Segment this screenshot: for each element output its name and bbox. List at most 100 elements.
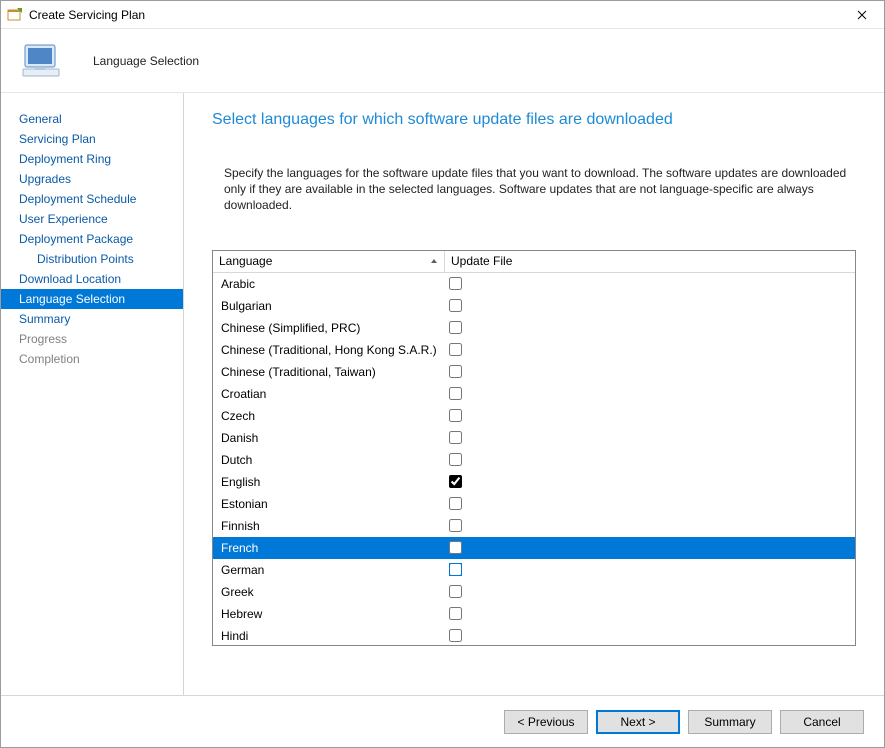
language-cell: Hebrew (219, 607, 445, 621)
sidebar-item-user-experience[interactable]: User Experience (1, 209, 183, 229)
table-body[interactable]: ArabicBulgarian Chinese (Simplified, PRC)… (213, 273, 855, 645)
table-row[interactable]: Chinese (Traditional, Taiwan) (213, 361, 855, 383)
window-title: Create Servicing Plan (29, 8, 840, 22)
computer-icon (17, 37, 65, 85)
main-content: Select languages for which software upda… (184, 93, 884, 695)
update-file-checkbox[interactable] (449, 277, 462, 290)
next-button[interactable]: Next > (596, 710, 680, 734)
wizard-footer: < Previous Next > Summary Cancel (1, 695, 884, 747)
sidebar-item-download-location[interactable]: Download Location (1, 269, 183, 289)
update-file-checkbox[interactable] (449, 629, 462, 642)
language-cell: Finnish (219, 519, 445, 533)
language-cell: Chinese (Traditional, Taiwan) (219, 365, 445, 379)
wizard-body: General Servicing PlanDeployment RingUpgr… (1, 93, 884, 695)
update-file-cell (445, 409, 465, 422)
previous-button[interactable]: < Previous (504, 710, 588, 734)
language-cell: Czech (219, 409, 445, 423)
table-row[interactable]: German (213, 559, 855, 581)
sidebar-item-distribution-points[interactable]: Distribution Points (1, 249, 183, 269)
sidebar-item-label: Download Location (19, 272, 121, 286)
table-row[interactable]: Czech (213, 405, 855, 427)
sort-asc-icon (430, 254, 438, 268)
update-file-cell (445, 431, 465, 444)
update-file-cell (445, 497, 465, 510)
language-cell: German (219, 563, 445, 577)
table-row[interactable]: Finnish (213, 515, 855, 537)
update-file-checkbox[interactable] (449, 475, 462, 488)
sidebar-item-deployment-ring[interactable]: Deployment Ring (1, 149, 183, 169)
sidebar-item-progress: Progress (1, 329, 183, 349)
update-file-checkbox[interactable] (449, 585, 462, 598)
table-row[interactable]: Dutch (213, 449, 855, 471)
sidebar-item-label: Distribution Points (37, 252, 134, 266)
update-file-cell (445, 519, 465, 532)
language-cell: Hindi (219, 629, 445, 643)
table-row[interactable]: French (213, 537, 855, 559)
sidebar-item-label: User Experience (19, 212, 108, 226)
language-table: Language Update File ArabicBulgarian Chin… (212, 250, 856, 646)
table-row[interactable]: Hindi (213, 625, 855, 645)
table-row[interactable]: Danish (213, 427, 855, 449)
close-icon (857, 10, 867, 20)
instruction-text: Specify the languages for the software u… (224, 165, 850, 214)
cancel-button[interactable]: Cancel (780, 710, 864, 734)
sidebar-item-label: General (19, 112, 62, 126)
close-button[interactable] (840, 1, 884, 29)
update-file-checkbox[interactable] (449, 519, 462, 532)
update-file-checkbox[interactable] (449, 541, 462, 554)
update-file-checkbox[interactable] (449, 563, 462, 576)
sidebar-item-label: Completion (19, 352, 80, 366)
update-file-checkbox[interactable] (449, 365, 462, 378)
sidebar-item-summary[interactable]: Summary (1, 309, 183, 329)
step-title: Language Selection (93, 54, 199, 68)
table-row[interactable]: Chinese (Simplified, PRC) (213, 317, 855, 339)
column-update-file-label: Update File (451, 254, 512, 268)
table-row[interactable]: Arabic (213, 273, 855, 295)
table-row[interactable]: Greek (213, 581, 855, 603)
update-file-cell (445, 607, 465, 620)
table-row[interactable]: Hebrew (213, 603, 855, 625)
update-file-checkbox[interactable] (449, 497, 462, 510)
language-cell: Chinese (Simplified, PRC) (219, 321, 445, 335)
column-update-file[interactable]: Update File (445, 251, 855, 272)
language-cell: Dutch (219, 453, 445, 467)
update-file-cell (445, 299, 465, 312)
table-row[interactable]: Estonian (213, 493, 855, 515)
sidebar-item-label: Language Selection (19, 292, 125, 306)
update-file-checkbox[interactable] (449, 387, 462, 400)
table-row[interactable]: Croatian (213, 383, 855, 405)
sidebar-item-general[interactable]: General (1, 109, 183, 129)
titlebar: Create Servicing Plan (1, 1, 884, 29)
update-file-checkbox[interactable] (449, 431, 462, 444)
sidebar-item-deployment-schedule[interactable]: Deployment Schedule (1, 189, 183, 209)
sidebar-item-label: Summary (19, 312, 70, 326)
column-language[interactable]: Language (213, 251, 445, 272)
sidebar-item-servicing-plan[interactable]: Servicing Plan (1, 129, 183, 149)
sidebar-item-upgrades[interactable]: Upgrades (1, 169, 183, 189)
update-file-checkbox[interactable] (449, 343, 462, 356)
table-row[interactable]: English (213, 471, 855, 493)
update-file-cell (445, 629, 465, 642)
update-file-checkbox[interactable] (449, 453, 462, 466)
sidebar-item-language-selection[interactable]: Language Selection (1, 289, 183, 309)
update-file-checkbox[interactable] (449, 409, 462, 422)
update-file-checkbox[interactable] (449, 299, 462, 312)
table-row[interactable]: Chinese (Traditional, Hong Kong S.A.R.) (213, 339, 855, 361)
language-cell: Estonian (219, 497, 445, 511)
summary-button[interactable]: Summary (688, 710, 772, 734)
update-file-cell (445, 563, 465, 576)
app-icon (7, 7, 23, 23)
table-row[interactable]: Bulgarian (213, 295, 855, 317)
update-file-checkbox[interactable] (449, 321, 462, 334)
language-cell: Greek (219, 585, 445, 599)
page-heading: Select languages for which software upda… (212, 111, 856, 129)
wizard-steps-sidebar: General Servicing PlanDeployment RingUpgr… (1, 93, 184, 695)
sidebar-item-completion: Completion (1, 349, 183, 369)
column-language-label: Language (219, 254, 272, 268)
sidebar-item-label: Deployment Schedule (19, 192, 136, 206)
language-cell: Danish (219, 431, 445, 445)
update-file-cell (445, 321, 465, 334)
sidebar-item-deployment-package[interactable]: Deployment Package (1, 229, 183, 249)
language-cell: English (219, 475, 445, 489)
update-file-checkbox[interactable] (449, 607, 462, 620)
